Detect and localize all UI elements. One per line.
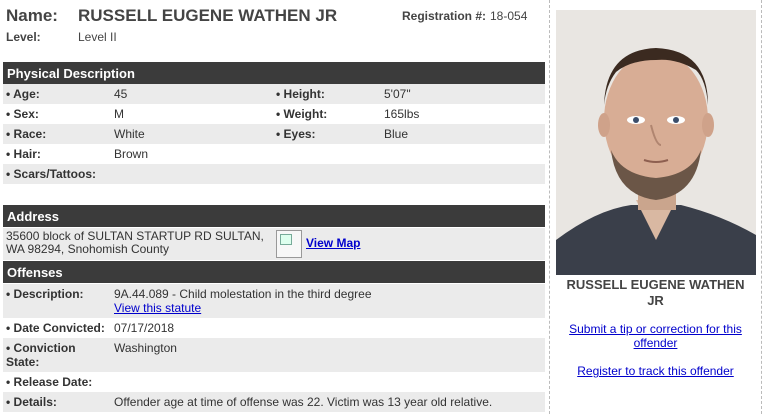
name-row: Name: RUSSELL EUGENE WATHEN JR Registrat… bbox=[6, 6, 540, 26]
offender-name: RUSSELL EUGENE WATHEN JR bbox=[78, 6, 338, 25]
offenses-header: Offenses bbox=[3, 261, 545, 283]
race-value: White bbox=[114, 127, 145, 141]
sidebar-name-line-1: RUSSELL EUGENE WATHEN bbox=[566, 277, 745, 292]
offense-row-details: • Details: Offender age at time of offen… bbox=[3, 392, 545, 412]
registration-number: 18-054 bbox=[490, 9, 528, 23]
offense-row-state: • Conviction State: Washington bbox=[3, 338, 545, 372]
race-label: • Race: bbox=[6, 127, 47, 141]
weight-value: 165lbs bbox=[384, 107, 420, 121]
sidebar-offender-name: RUSSELL EUGENE WATHEN JR bbox=[550, 277, 761, 309]
scars-label: • Scars/Tattoos: bbox=[6, 167, 96, 181]
eyes-label: • Eyes: bbox=[276, 127, 316, 141]
details-label: • Details: bbox=[6, 395, 57, 409]
offense-row-date: • Date Convicted: 07/17/2018 bbox=[3, 318, 545, 338]
level-value: Level II bbox=[78, 30, 117, 44]
hair-value: Brown bbox=[114, 147, 149, 161]
map-image-icon[interactable] bbox=[276, 230, 302, 258]
sidebar-name-line-2: JR bbox=[647, 293, 664, 308]
conviction-state-value: Washington bbox=[114, 341, 177, 355]
sex-value: M bbox=[114, 107, 124, 121]
physical-row-age: • Age: 45 • Height: 5'07" bbox=[3, 84, 545, 104]
sex-label: • Sex: bbox=[6, 107, 39, 121]
physical-row-scars: • Scars/Tattoos: bbox=[3, 164, 545, 184]
address-header: Address bbox=[3, 205, 545, 227]
description-label: • Description: bbox=[6, 287, 84, 301]
name-label: Name: bbox=[6, 6, 58, 25]
offender-sidebar: RUSSELL EUGENE WATHEN JR Submit a tip or… bbox=[549, 0, 762, 414]
offense-row-release: • Release Date: bbox=[3, 372, 545, 392]
register-track-link[interactable]: Register to track this offender bbox=[550, 364, 761, 378]
view-map-link[interactable]: View Map bbox=[306, 236, 360, 250]
address-text: 35600 block of SULTAN STARTUP RD SULTAN,… bbox=[6, 230, 276, 256]
details-value: Offender age at time of offense was 22. … bbox=[114, 395, 493, 409]
submit-tip-link[interactable]: Submit a tip or correction for this offe… bbox=[550, 322, 761, 350]
hair-label: • Hair: bbox=[6, 147, 41, 161]
physical-row-sex: • Sex: M • Weight: 165lbs bbox=[3, 104, 545, 124]
level-row: Level: Level II bbox=[6, 30, 540, 46]
physical-row-race: • Race: White • Eyes: Blue bbox=[3, 124, 545, 144]
submit-tip-link-line-1[interactable]: Submit a tip or correction for this bbox=[550, 322, 761, 336]
date-convicted-label: • Date Convicted: bbox=[6, 321, 105, 335]
address-line-2: WA 98294, Snohomish County bbox=[6, 242, 169, 256]
view-statute-link[interactable]: View this statute bbox=[114, 301, 201, 315]
age-label: • Age: bbox=[6, 87, 40, 101]
conviction-state-label-line-2: State: bbox=[6, 355, 40, 369]
release-date-label: • Release Date: bbox=[6, 375, 93, 389]
eyes-value: Blue bbox=[384, 127, 409, 141]
conviction-state-label-line-1: • Conviction bbox=[6, 341, 76, 355]
offender-photo bbox=[556, 10, 756, 275]
address-row: 35600 block of SULTAN STARTUP RD SULTAN,… bbox=[3, 228, 545, 260]
height-label: • Height: bbox=[276, 87, 325, 101]
offender-photo-image bbox=[556, 10, 756, 275]
level-label: Level: bbox=[6, 30, 41, 44]
conviction-state-label: • Conviction State: bbox=[6, 341, 76, 369]
offense-row-description: • Description: 9A.44.089 - Child molesta… bbox=[3, 284, 545, 318]
description-value: 9A.44.089 - Child molestation in the thi… bbox=[114, 287, 372, 301]
age-value: 45 bbox=[114, 87, 128, 101]
physical-description-header: Physical Description bbox=[3, 62, 545, 84]
submit-tip-link-line-2[interactable]: offender bbox=[550, 336, 761, 350]
offender-details: Name: RUSSELL EUGENE WATHEN JR Registrat… bbox=[0, 0, 546, 414]
physical-row-hair: • Hair: Brown bbox=[3, 144, 545, 164]
registration-label: Registration #: bbox=[402, 9, 487, 23]
date-convicted-value: 07/17/2018 bbox=[114, 321, 175, 335]
weight-label: • Weight: bbox=[276, 107, 328, 121]
height-value: 5'07" bbox=[384, 87, 411, 101]
